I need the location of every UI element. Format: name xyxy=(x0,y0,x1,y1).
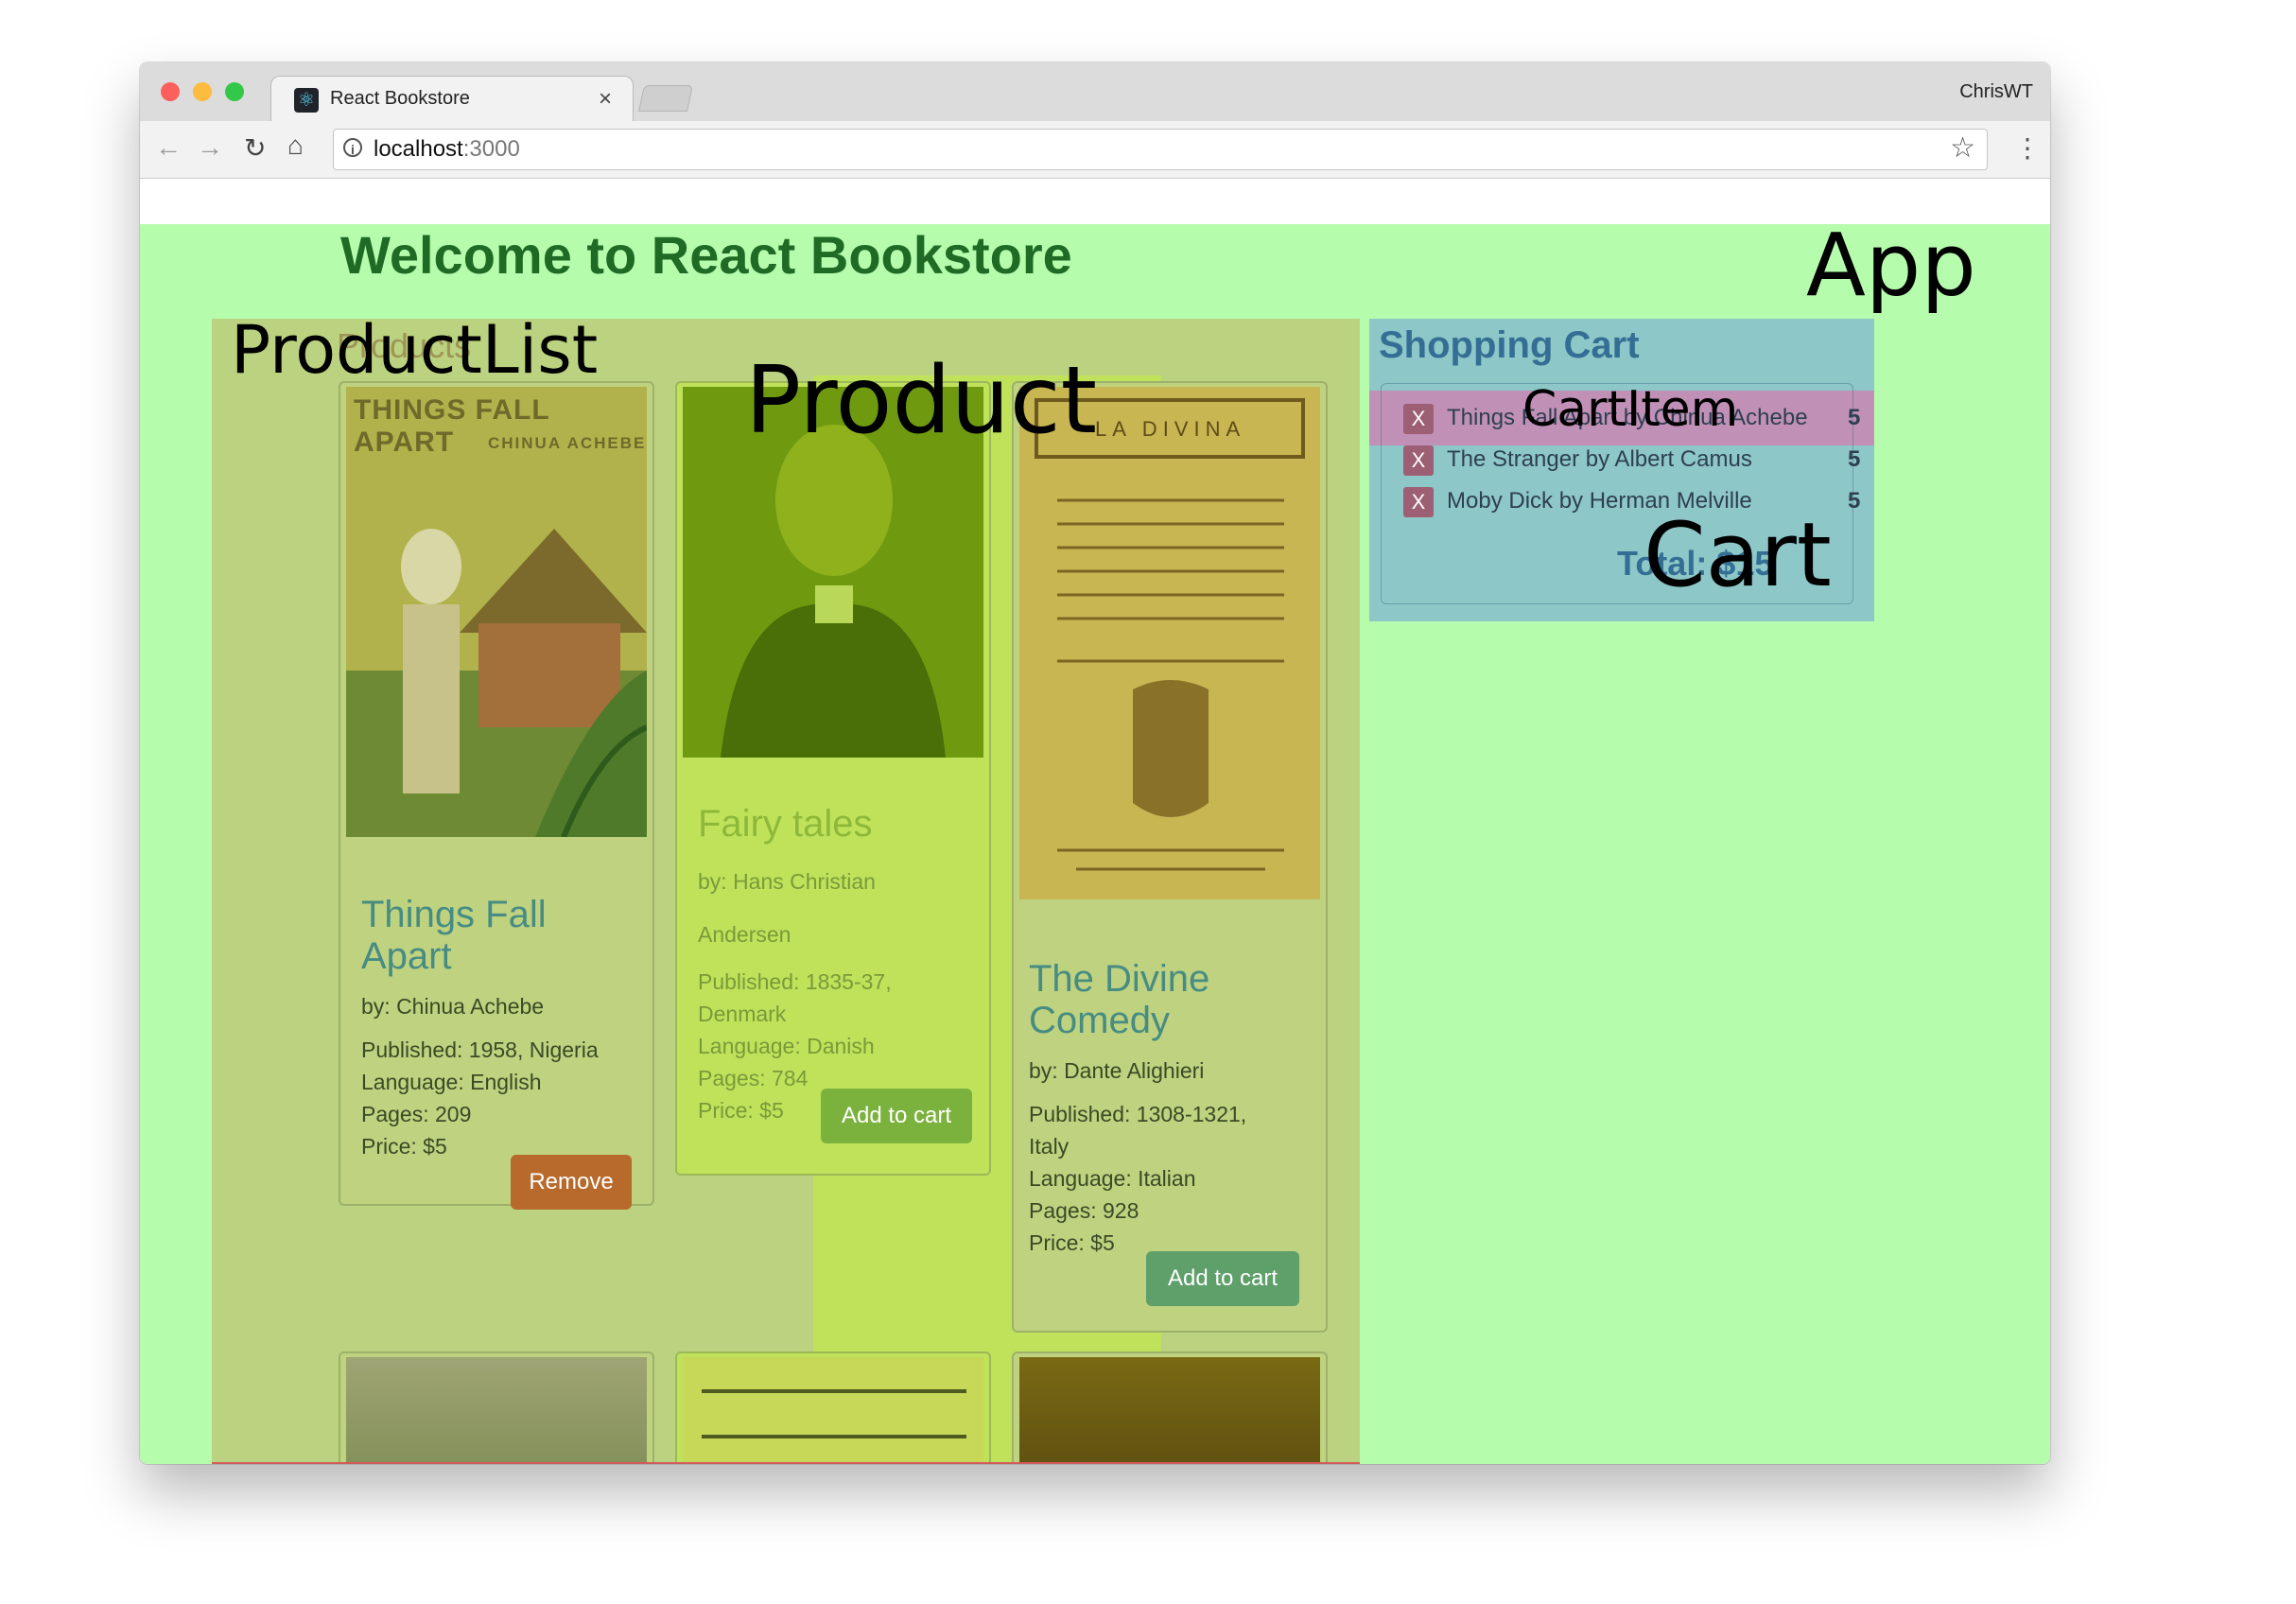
tab-title: React Bookstore xyxy=(330,88,470,109)
book-cover-image xyxy=(346,1357,647,1464)
book-title-line: Things Fall xyxy=(361,894,547,935)
book-cover-image xyxy=(683,1357,983,1464)
close-window-button[interactable] xyxy=(161,82,180,101)
cart-item-qty: 5 xyxy=(1848,488,1861,514)
product-card: THINGS FALL APART CHINUA ACHEBE Things F… xyxy=(339,381,654,1210)
book-author: by: Hans Christian Andersen xyxy=(698,865,876,950)
hebrew-script-art xyxy=(702,1389,966,1438)
book-title-line: The Divine xyxy=(1029,958,1210,1000)
book-published: Italy xyxy=(1029,1134,1070,1159)
productlist-annotation: ProductList xyxy=(231,319,599,389)
app-annotation: App xyxy=(1806,215,1976,316)
product-card: Fairy tales by: Hans Christian Andersen … xyxy=(675,381,991,1176)
product-card xyxy=(339,1351,654,1464)
product-card: LA DIVINA The Divine Comedy by: Dante Al… xyxy=(1012,381,1328,1333)
book-title-line: Comedy xyxy=(1029,1000,1170,1041)
book-language: Language: English xyxy=(361,1070,542,1094)
book-language: Language: Italian xyxy=(1029,1166,1196,1191)
profile-name[interactable]: ChrisWT xyxy=(1959,81,2033,103)
product-card xyxy=(1012,1351,1328,1464)
react-favicon-icon: ⚛ xyxy=(294,88,319,113)
manuscript-art xyxy=(1019,387,1320,899)
book-title-line: Apart xyxy=(361,935,452,977)
browser-toolbar: ← → ↻ ⌂ i localhost:3000 ☆ ⋮ xyxy=(140,121,2050,179)
cart-item-qty: 5 xyxy=(1848,446,1861,472)
tab-close-icon[interactable]: × xyxy=(599,86,612,113)
add-to-cart-button[interactable]: Add to cart xyxy=(821,1089,972,1143)
cart-item-qty: 5 xyxy=(1848,405,1861,430)
home-icon[interactable]: ⌂ xyxy=(287,131,304,161)
book-title: Things Fall Apart xyxy=(361,894,547,977)
browser-window: ⚛ React Bookstore × ChrisWT ← → ↻ ⌂ i lo… xyxy=(140,62,2050,1464)
book-pages: Pages: 209 xyxy=(361,1102,472,1126)
zoom-window-button[interactable] xyxy=(225,82,244,101)
book-author-line: Andersen xyxy=(698,922,791,947)
productlist-bottom-border xyxy=(212,1462,1360,1464)
address-bar[interactable]: i localhost:3000 ☆ xyxy=(333,129,1988,170)
book-language: Language: Danish xyxy=(698,1034,875,1058)
url-host: localhost xyxy=(374,136,463,162)
minimize-window-button[interactable] xyxy=(193,82,212,101)
book-pages: Pages: 928 xyxy=(1029,1198,1139,1223)
remove-button[interactable]: Remove xyxy=(511,1155,632,1210)
new-tab-button[interactable] xyxy=(638,85,693,112)
product-list-component: Products THINGS FALL APART CHINUA ACHEBE… xyxy=(212,319,1360,1464)
book-published: Published: 1308-1321, xyxy=(1029,1102,1247,1126)
tab-strip: ⚛ React Bookstore × ChrisWT xyxy=(140,62,2050,122)
cart-title: Shopping Cart xyxy=(1379,324,1640,366)
cartitem-annotation: CartItem xyxy=(1522,381,1739,438)
back-arrow-icon[interactable]: ← xyxy=(155,132,182,163)
reload-icon[interactable]: ↻ xyxy=(244,132,266,164)
cover-title: LA DIVINA xyxy=(1095,417,1246,441)
remove-item-button[interactable]: X xyxy=(1403,445,1434,476)
kebab-menu-icon[interactable]: ⋮ xyxy=(2014,132,2041,164)
add-to-cart-button[interactable]: Add to cart xyxy=(1146,1251,1299,1306)
book-cover-image xyxy=(1019,1357,1320,1464)
star-icon[interactable]: ☆ xyxy=(1950,131,1975,165)
remove-item-button[interactable]: X xyxy=(1403,487,1434,517)
book-author: by: Chinua Achebe xyxy=(361,994,545,1019)
cart-item: X The Stranger by Albert Camus 5 xyxy=(1403,442,1861,479)
forward-arrow-icon[interactable]: → xyxy=(197,132,223,163)
book-cover-image: LA DIVINA xyxy=(1019,387,1320,899)
book-author-line: by: Hans Christian xyxy=(698,869,876,894)
url-port: :3000 xyxy=(462,136,520,162)
app-component: Welcome to React Bookstore Products THIN… xyxy=(140,215,2050,1464)
cart-annotation: Cart xyxy=(1644,504,1832,607)
page-title: Welcome to React Bookstore xyxy=(340,225,1072,285)
product-card xyxy=(675,1351,991,1464)
page-viewport: Welcome to React Bookstore Products THIN… xyxy=(140,179,2050,1464)
book-author: by: Dante Alighieri xyxy=(1029,1058,1205,1083)
book-cover-image: THINGS FALL APART CHINUA ACHEBE xyxy=(346,387,647,837)
book-title: The Divine Comedy xyxy=(1029,958,1209,1041)
url-text: localhost:3000 xyxy=(374,136,520,163)
book-details: Published: 1308-1321, Italy Language: It… xyxy=(1029,1098,1246,1259)
book-published: Published: 1958, Nigeria xyxy=(361,1037,599,1062)
info-icon[interactable]: i xyxy=(343,138,362,157)
book-title: Fairy tales xyxy=(698,803,873,845)
remove-item-button[interactable]: X xyxy=(1403,404,1434,434)
book-published: Published: 1835-37, xyxy=(698,969,892,994)
cart-item-text: The Stranger by Albert Camus xyxy=(1447,446,1752,472)
browser-tab[interactable]: ⚛ React Bookstore × xyxy=(270,76,634,122)
cover-author: CHINUA ACHEBE xyxy=(488,434,647,452)
book-details: Published: 1958, Nigeria Language: Engli… xyxy=(361,1034,599,1162)
product-annotation: Product xyxy=(745,347,1098,455)
book-published: Denmark xyxy=(698,1002,787,1026)
cart-component: Shopping Cart X Things Fall Apart by Chi… xyxy=(1369,319,1874,621)
